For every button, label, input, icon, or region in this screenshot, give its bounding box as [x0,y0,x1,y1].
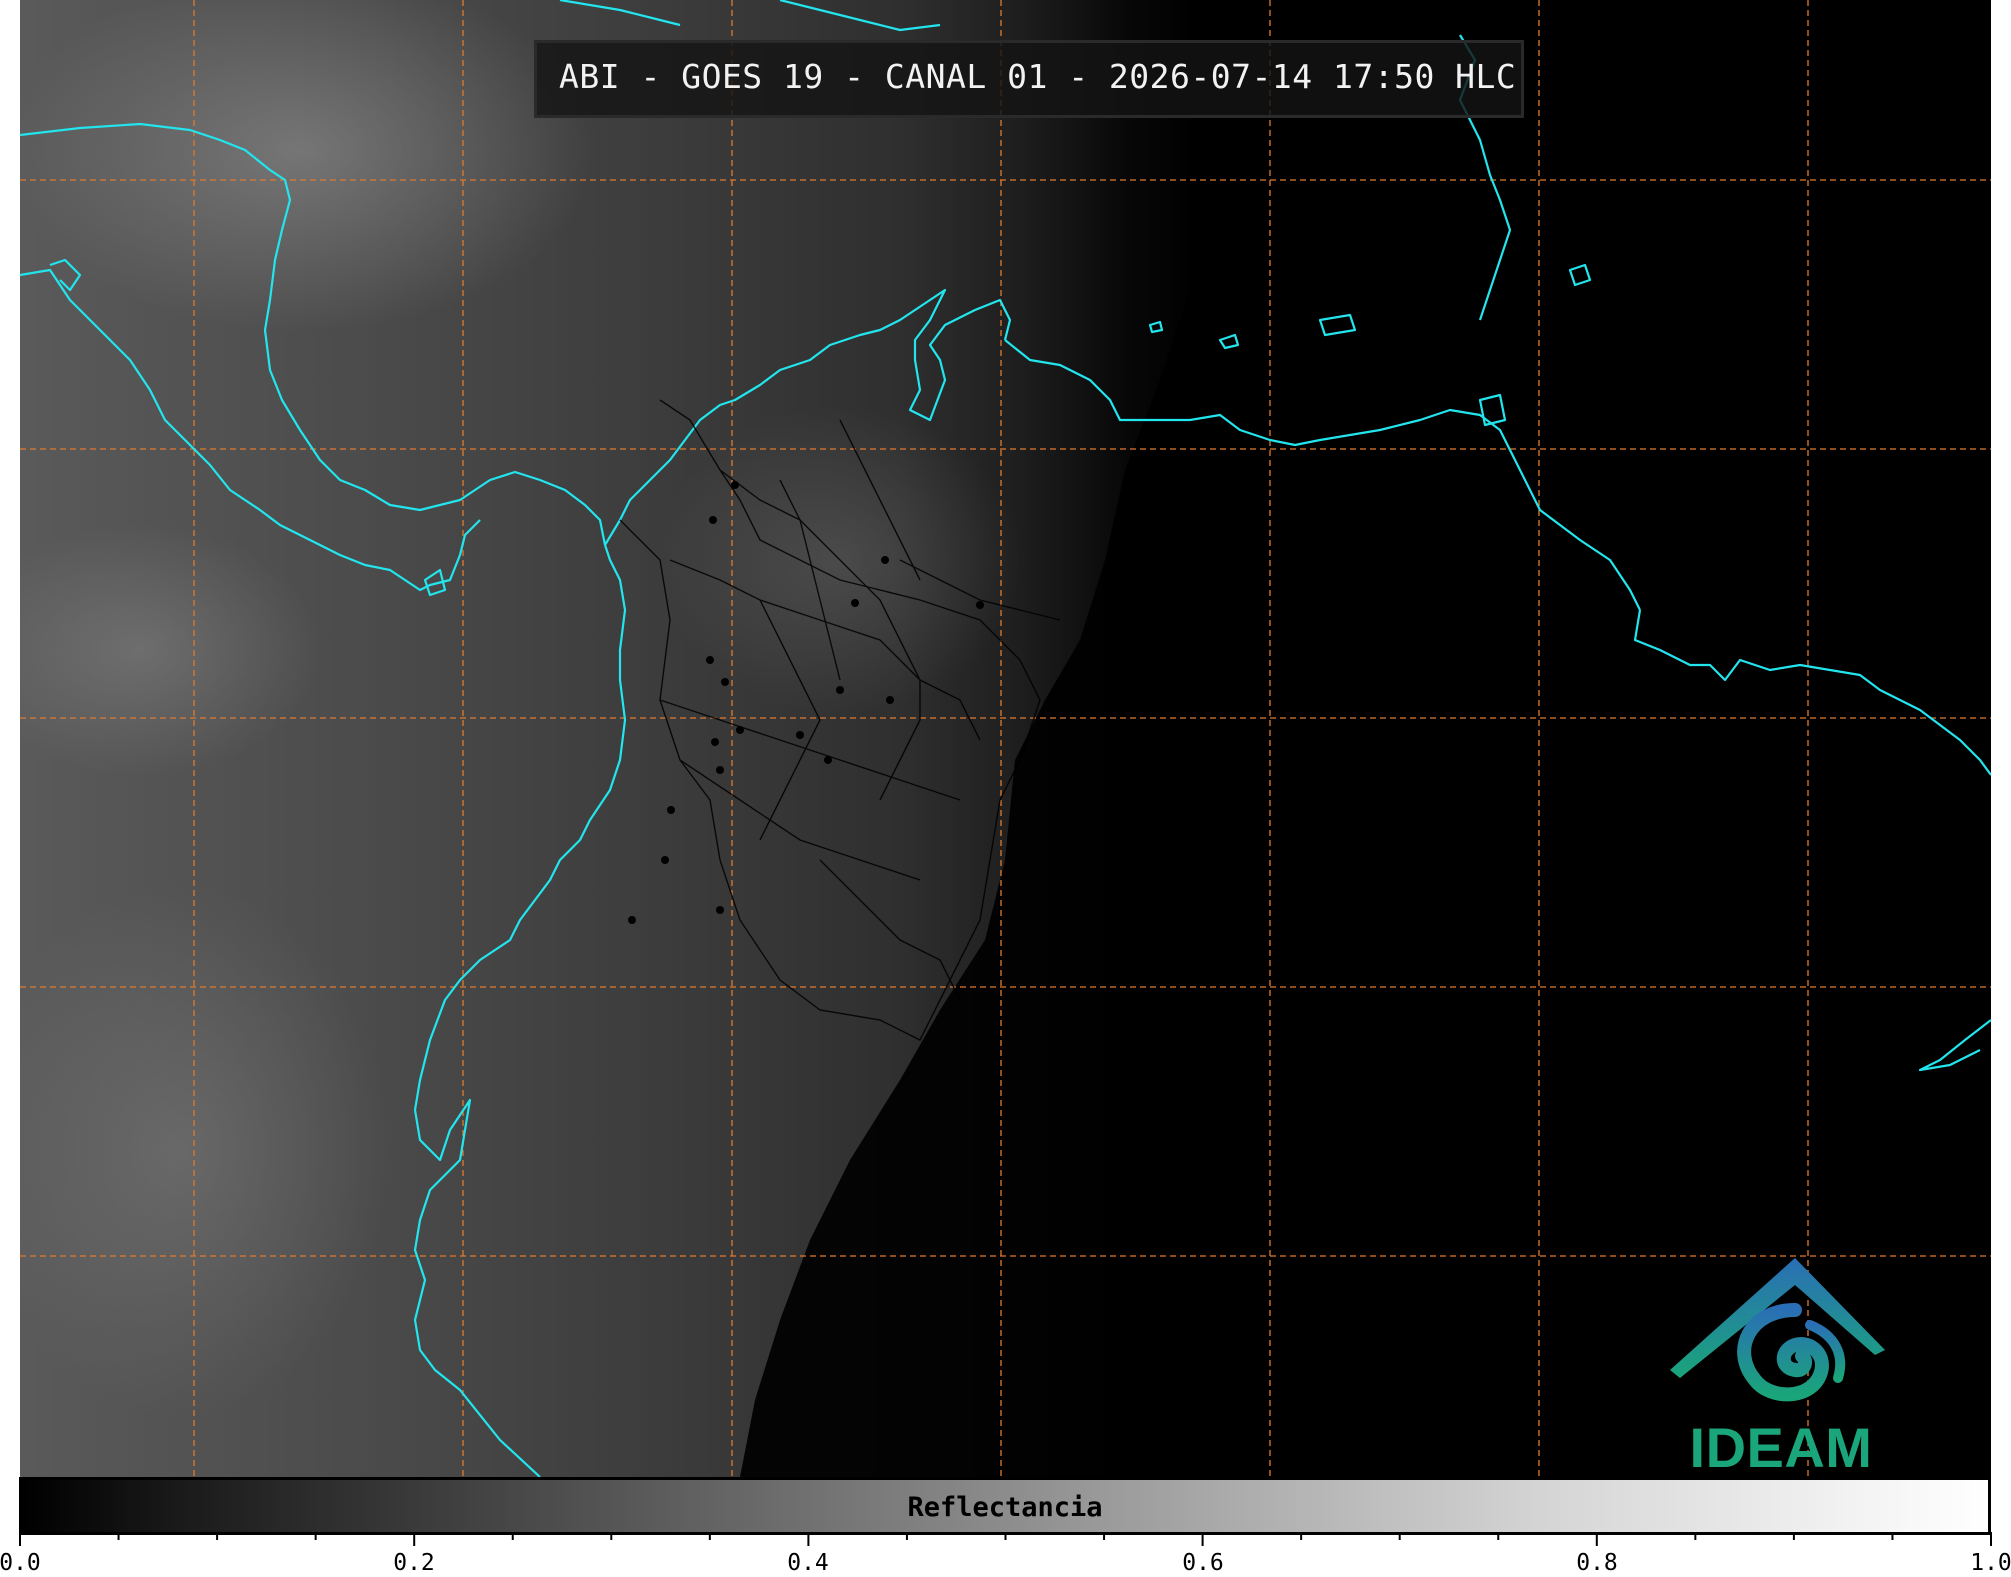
colombia-caribbean-coast [604,288,1012,546]
departments-7 [839,419,921,581]
departments-8 [899,559,1061,621]
hispaniola-fragment [779,0,941,32]
colorbar-label: Reflectancia [907,1492,1103,1523]
colorbar: Reflectancia [19,1477,1991,1535]
departments-9 [819,859,961,1001]
departments-5 [679,759,921,881]
tick-label-4: 0.8 [1576,1550,1618,1576]
logo-wordmark: IDEAM [1689,1416,1873,1479]
island-outline [1568,263,1592,287]
colorbar-ticks [19,1532,1992,1546]
cuba-fragment [559,0,681,27]
island-outline-3 [1148,320,1164,334]
departments-1 [669,559,821,841]
tick-label-3: 0.6 [1182,1550,1224,1576]
guyana-coast [1633,609,1991,776]
colombia-border [619,399,1041,1041]
pacific-south-coast [413,544,627,1477]
tick-label-5: 1.0 [1970,1550,2011,1576]
trinidad-outline [1478,393,1507,427]
puerto-rico-outline [1318,313,1357,337]
departments-6 [779,479,841,681]
departments-4 [659,699,961,801]
island-outline-2 [1218,333,1240,350]
brazil-fragment [1918,1019,1991,1072]
departments-3 [759,599,981,741]
title-banner: ABI - GOES 19 - CANAL 01 - 2026-07-14 17… [534,40,1524,118]
tick-label-0: 0.0 [0,1550,41,1576]
galapagos-shape [423,568,447,597]
tick-label-1: 0.2 [393,1550,435,1576]
city-markers [628,481,984,924]
central-america-caribbean-coast [20,122,607,546]
image-title: ABI - GOES 19 - CANAL 01 - 2026-07-14 17… [559,57,1517,96]
central-america-pacific-coast [20,268,481,592]
venezuela-coast [1004,339,1641,611]
tick-label-2: 0.4 [787,1550,829,1576]
